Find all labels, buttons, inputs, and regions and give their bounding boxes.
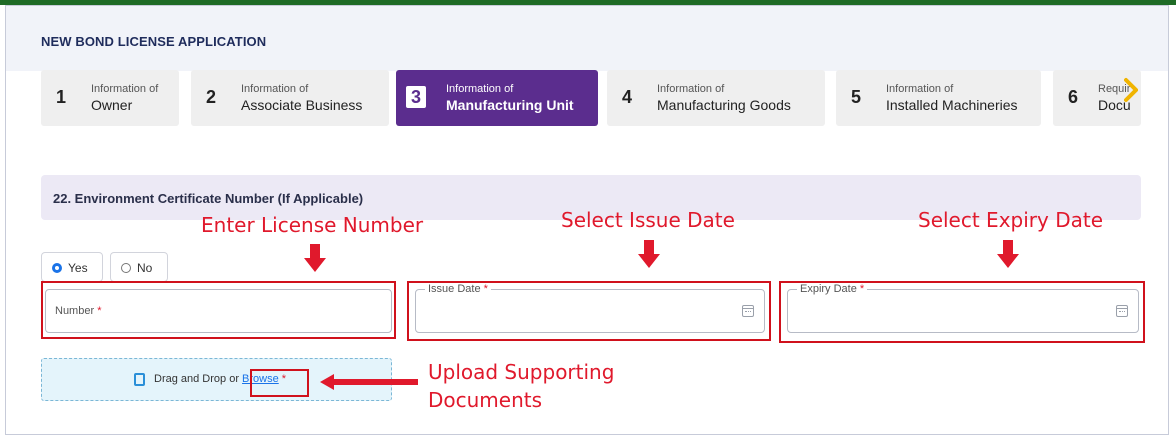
annotation-license-number: Enter License Number — [201, 213, 424, 237]
step-label: Installed Machineries — [886, 97, 1018, 113]
annotation-upload-line1: Upload Supporting — [428, 360, 615, 384]
section-title: 22. Environment Certificate Number (If A… — [53, 191, 364, 206]
calendar-icon[interactable] — [1116, 305, 1128, 317]
step-number: 3 — [406, 86, 426, 108]
step-4-manufacturing-goods[interactable]: 4 Information of Manufacturing Goods — [607, 70, 825, 126]
down-arrow-icon — [638, 240, 660, 268]
expiry-date-label: Expiry Date * — [797, 283, 868, 295]
number-field[interactable]: Number * — [45, 289, 392, 333]
radio-yes-label: Yes — [68, 261, 88, 275]
file-upload-icon — [134, 373, 145, 386]
calendar-icon[interactable] — [742, 305, 754, 317]
step-number: 1 — [55, 87, 66, 107]
step-caption: Information of — [657, 83, 725, 95]
step-label: Owner — [91, 97, 133, 113]
annotation-upload-line2: Documents — [428, 388, 543, 412]
step-number: 5 — [850, 87, 861, 107]
radio-checked-icon — [52, 263, 62, 273]
down-arrow-icon — [997, 240, 1019, 268]
step-caption: Information of — [91, 83, 159, 95]
radio-yes[interactable]: Yes — [41, 252, 103, 282]
step-label: Manufacturing Goods — [657, 97, 791, 113]
step-label: Associate Business — [241, 97, 363, 113]
radio-no-label: No — [137, 261, 153, 275]
step-1-owner[interactable]: 1 Information of Owner — [41, 70, 179, 126]
step-caption: Information of — [886, 83, 954, 95]
annotation-issue-date: Select Issue Date — [561, 208, 735, 232]
highlight-browse — [250, 369, 309, 397]
radio-no[interactable]: No — [110, 252, 168, 282]
step-2-associate-business[interactable]: 2 Information of Associate Business — [191, 70, 389, 126]
step-number: 4 — [621, 87, 632, 107]
step-caption: Information of — [446, 83, 514, 95]
step-caption: Information of — [241, 83, 309, 95]
annotation-expiry-date: Select Expiry Date — [918, 208, 1103, 232]
step-3-manufacturing-unit[interactable]: 3 Information of Manufacturing Unit — [396, 70, 598, 126]
step-5-installed-machineries[interactable]: 5 Information of Installed Machineries — [836, 70, 1041, 126]
step-label: Manufacturing Unit — [446, 97, 574, 113]
expiry-date-field[interactable]: Expiry Date * — [787, 283, 1139, 333]
step-number: 2 — [205, 87, 216, 107]
down-arrow-icon — [304, 244, 326, 272]
issue-date-field[interactable]: Issue Date * — [415, 283, 765, 333]
radio-unchecked-icon — [121, 263, 131, 273]
left-arrow-icon — [320, 374, 418, 390]
issue-date-label: Issue Date * — [425, 283, 491, 295]
number-label: Number * — [52, 305, 105, 317]
chevron-right-icon[interactable] — [1124, 76, 1146, 106]
page-title: NEW BOND LICENSE APPLICATION — [41, 34, 267, 49]
step-number: 6 — [1067, 87, 1078, 107]
